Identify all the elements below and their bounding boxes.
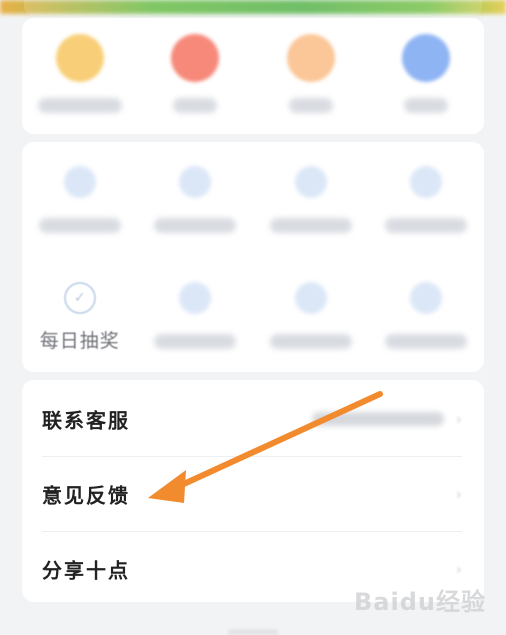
watermark-text: Baidu经验 [354,588,486,616]
tool-icon [63,166,96,198]
chevron-right-icon: › [456,562,462,578]
quick-entry-label-blurred [173,98,218,113]
tool-item[interactable] [371,166,481,233]
favorites-icon [55,34,104,82]
quick-entry-download[interactable] [256,34,366,113]
tool-item[interactable] [25,166,135,233]
tools-card: ✓ 每日抽奖 [22,142,484,372]
quick-entry-label-blurred [404,98,449,113]
lottery-icon: ✓ [63,282,96,314]
tool-item[interactable] [256,166,366,233]
tool-icon [179,166,212,198]
tool-label-blurred [385,218,468,233]
chevron-right-icon: › [456,412,462,428]
chevron-right-icon: › [456,487,462,503]
history-icon [402,34,451,82]
tool-label-blurred [154,334,237,349]
quick-entry-label-blurred [37,98,122,113]
banner-card-edge [24,0,482,16]
menu-item-value-blurred [312,412,444,426]
tool-item[interactable] [371,282,481,353]
tool-label-blurred [269,218,352,233]
download-icon [286,34,335,82]
tool-label-blurred [385,334,468,349]
quick-entry-favorites[interactable] [25,34,135,113]
menu-item-contact-support[interactable]: 联系客服 › [22,382,484,456]
tool-daily-lottery[interactable]: ✓ 每日抽奖 [25,282,135,353]
bottom-handle [228,629,278,635]
tool-label-blurred [269,334,352,349]
quick-entry-label-blurred [288,98,333,113]
menu-item-feedback[interactable]: 意见反馈 › [22,457,484,531]
quick-entry-card [22,18,484,134]
tool-item[interactable] [256,282,366,353]
settings-menu-card: 联系客服 › 意见反馈 › 分享十点 › [22,380,484,602]
tool-item[interactable] [140,282,250,353]
subscribed-icon [171,34,220,82]
tool-item[interactable] [140,166,250,233]
quick-entry-subscribed[interactable] [140,34,250,113]
tool-daily-lottery-label: 每日抽奖 [39,330,120,352]
tool-icon [410,166,443,198]
tool-label-blurred [154,218,237,233]
quick-entry-history[interactable] [371,34,481,113]
menu-item-label: 意见反馈 [42,483,130,508]
tool-label-blurred [38,218,121,233]
tool-icon [410,282,443,314]
menu-item-label: 分享十点 [42,558,130,583]
menu-item-label: 联系客服 [42,408,130,433]
tool-icon [294,282,327,314]
tool-icon [294,166,327,198]
tool-icon [179,282,212,314]
